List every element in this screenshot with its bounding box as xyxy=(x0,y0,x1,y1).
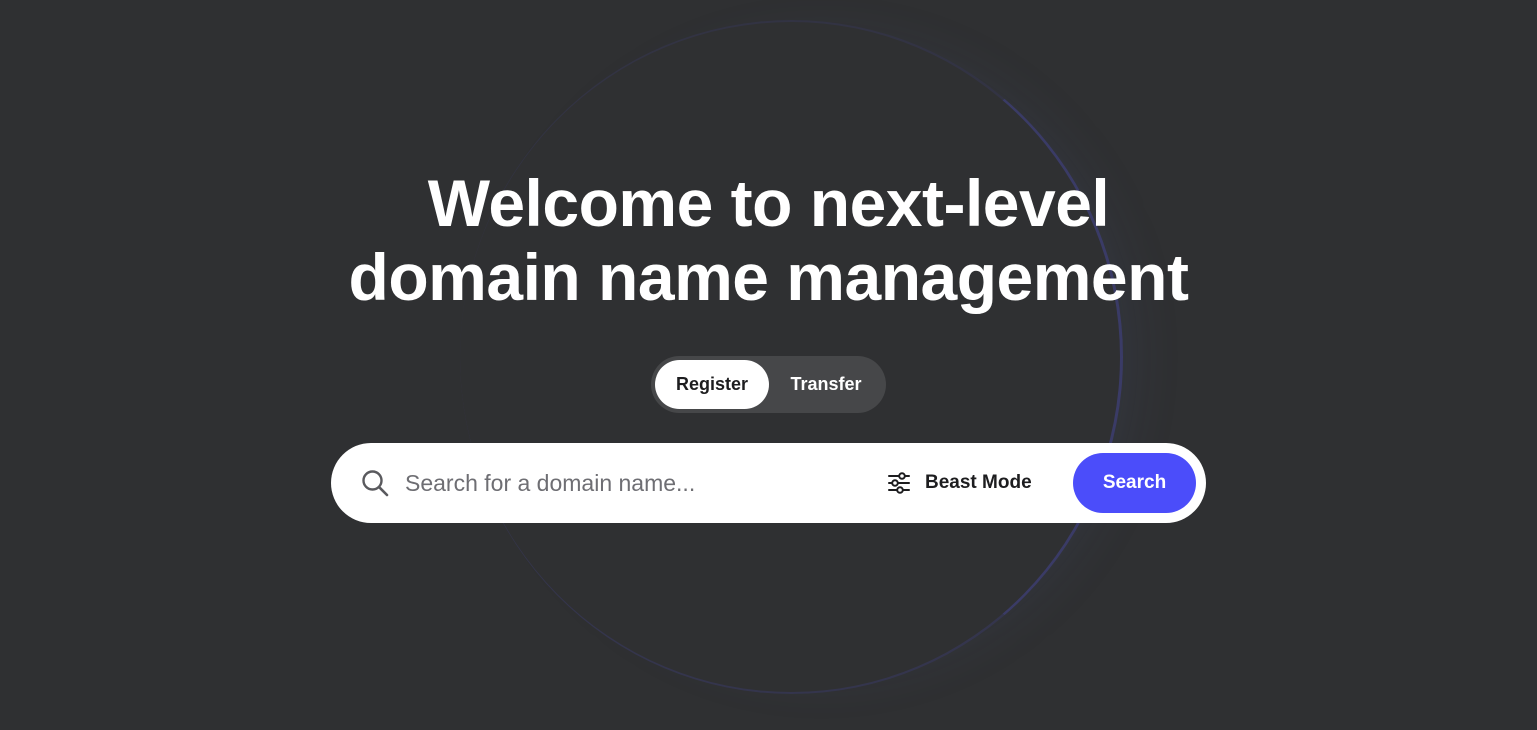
headline-line-1: Welcome to next-level xyxy=(427,166,1110,240)
register-transfer-toggle: Register Transfer xyxy=(651,356,886,413)
transfer-tab[interactable]: Transfer xyxy=(771,360,881,409)
domain-search-bar: Beast Mode Search xyxy=(331,443,1206,523)
beast-mode-label: Beast Mode xyxy=(925,472,1032,493)
search-icon xyxy=(361,469,389,497)
hero-headline: Welcome to next-level domain name manage… xyxy=(0,166,1537,314)
headline-line-2: domain name management xyxy=(348,240,1189,314)
sliders-icon xyxy=(887,471,911,495)
domain-search-input[interactable] xyxy=(405,463,865,503)
register-tab[interactable]: Register xyxy=(655,360,769,409)
page: Welcome to next-level domain name manage… xyxy=(0,0,1537,730)
search-button[interactable]: Search xyxy=(1073,453,1196,513)
beast-mode-button[interactable]: Beast Mode xyxy=(887,463,1032,503)
